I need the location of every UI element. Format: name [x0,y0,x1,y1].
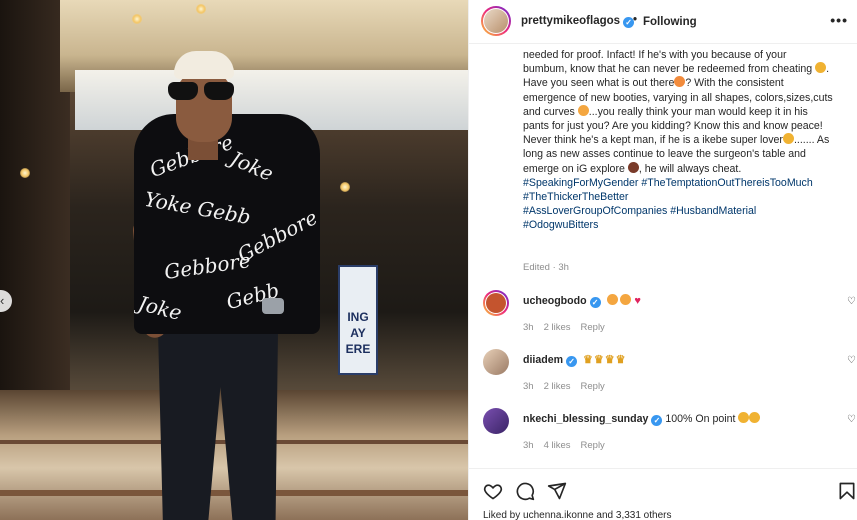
verified-badge-icon: ✓ [651,415,663,426]
caption-line: bumbum, know that he can never be redeem… [523,62,830,76]
commenter-username[interactable]: nkechi_blessing_sunday [523,413,648,425]
commenter-username[interactable]: diiadem [523,354,563,366]
hashtag-link[interactable]: #OdogwuBitters [523,219,598,231]
ceiling-light [20,168,30,178]
verified-badge-icon: ✓ [589,297,601,308]
hashtag-link[interactable]: #AssLoverGroupOfCompanies [523,205,667,217]
comment-item: nkechi_blessing_sunday ✓ 100% On point 3h… [469,408,857,464]
comment-body: ucheogbodo ✓ ♥ [523,294,641,308]
sign-text: ING AY ERE [345,310,371,356]
thinking-emoji-icon [815,62,827,74]
comment-text: 100% On point [665,413,736,425]
author-avatar[interactable] [481,6,511,36]
printed-shirt: Gebbore Joke Yoke Gebb Gebbore Gebbore J… [134,114,320,334]
comment-meta: 3h 2 likes Reply [523,381,605,392]
heart-icon[interactable]: ♡ [847,414,856,425]
post-caption: needed for proof. Infact! If he's with y… [523,48,857,233]
caption-line: emerge on iG explore , he will always ch… [523,161,742,175]
laughing-emoji-icon [782,133,794,145]
comment-likes[interactable]: 2 likes [544,322,571,333]
caption-line: long as new asses continue to leave the … [523,148,806,161]
sunglasses [164,82,244,100]
hashtag-line: #AssLoverGroupOfCompanies #HusbandMateri… [523,204,857,218]
more-icon[interactable]: ••• [830,12,848,28]
ceiling-light [196,4,206,14]
reply-button[interactable]: Reply [581,440,605,451]
following-button[interactable]: Following [643,16,697,28]
share-icon[interactable] [547,481,567,501]
ceiling-light [340,182,350,192]
caption-line: emergence of new booties, varying in all… [523,91,833,104]
peach-emoji-icon [674,76,686,88]
verified-badge-icon: ✓ [566,356,578,367]
author-username[interactable]: prettymikeoflagos [521,15,620,27]
ceiling-light [132,14,142,24]
comment-meta: 3h 2 likes Reply [523,322,605,333]
commenter-username[interactable]: ucheogbodo [523,295,587,307]
heart-eyes-emoji-icon [606,294,618,305]
face [176,70,232,142]
commenter-avatar[interactable] [483,408,509,434]
comment-likes[interactable]: 4 likes [544,440,571,451]
person-emoji-icon [627,161,639,173]
hashtag-link[interactable]: #TheThickerTheBetter [523,191,628,203]
hashtag-line: #TheThickerTheBetter [523,190,857,204]
caption-line: needed for proof. Infact! If he's with y… [523,49,787,61]
caption-line: Never think he's a kept man, if he is a … [523,133,830,147]
hashtag-line: #SpeakingForMyGender #TheTemptationOutTh… [523,176,857,190]
header-separator: • [633,14,638,26]
comment-icon[interactable] [515,481,535,501]
wayfinding-sign: ING AY ERE [338,265,378,375]
red-heart-icon: ♥ [634,295,641,307]
reply-button[interactable]: Reply [581,381,605,392]
post-details-panel: prettymikeoflagos ✓ • Following ••• neede… [468,0,857,520]
commenter-avatar[interactable] [483,290,509,316]
author-username-row[interactable]: prettymikeoflagos ✓ [521,15,635,28]
wristwatch [262,298,284,314]
comment-body: nkechi_blessing_sunday ✓ 100% On point [523,412,761,426]
man-in-patterned-shirt: Gebbore Joke Yoke Gebb Gebbore Gebbore J… [128,48,328,520]
heart-icon[interactable] [483,481,503,501]
reply-button[interactable]: Reply [581,322,605,333]
edited-timestamp: Edited · 3h [523,262,569,273]
caption-line: Have you seen what is out there? With th… [523,76,784,90]
crown-emoji-icon: ♛♛♛♛ [583,354,627,366]
blonde-hair [174,51,234,79]
hashtag-line: #OdogwuBitters [523,218,857,232]
hashtag-link[interactable]: #HusbandMaterial [670,205,756,217]
heart-eyes-emoji-icon [620,294,632,305]
heart-icon[interactable]: ♡ [847,355,856,366]
instagram-post-modal: ING AY ERE Gebbore Joke Yoke Gebb Gebbor… [0,0,857,520]
comment-body: diiadem ✓ ♛♛♛♛ [523,353,626,367]
post-photo: ING AY ERE Gebbore Joke Yoke Gebb Gebbor… [0,0,468,520]
post-header: prettymikeoflagos ✓ • Following ••• [469,0,857,44]
trousers [158,330,278,520]
caption-line: pants for just you? Are you kidding? Kno… [523,120,823,133]
comment-item: diiadem ✓ ♛♛♛♛ 3h 2 likes Reply ♡ [469,349,857,405]
clap-emoji-icon [749,412,761,423]
clap-emoji-icon [738,412,750,423]
commenter-avatar[interactable] [483,349,509,375]
hashtag-link[interactable]: #SpeakingForMyGender [523,177,638,189]
comment-item: ucheogbodo ✓ ♥ 3h 2 likes Reply ♡ [469,290,857,346]
hashtag-link[interactable]: #TheTemptationOutThereisTooMuch [641,177,812,189]
grin-emoji-icon [577,104,589,116]
bookmark-icon[interactable] [837,481,857,501]
caption-line: and curves ...you really think your man … [523,104,808,118]
likes-summary[interactable]: Liked by uchenna.ikonne and 3,331 others [483,510,671,520]
comment-meta: 3h 4 likes Reply [523,440,605,451]
comment-likes[interactable]: 2 likes [544,381,571,392]
heart-icon[interactable]: ♡ [847,296,856,307]
